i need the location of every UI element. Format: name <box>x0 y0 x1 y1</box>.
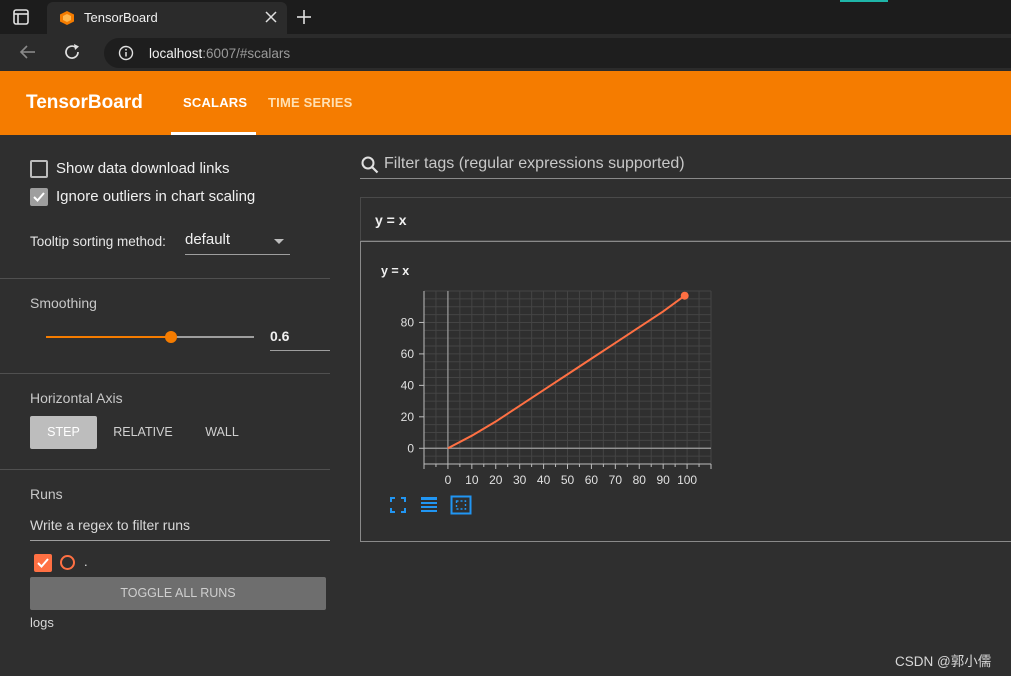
tooltip-sorting-value: default <box>185 231 231 248</box>
browser-tab-strip: TensorBoard <box>0 0 1011 34</box>
checkmark-icon <box>33 192 45 202</box>
x-tick-label: 60 <box>585 473 599 487</box>
x-tick-label: 0 <box>445 473 452 487</box>
back-arrow-icon[interactable] <box>18 42 38 62</box>
x-tick-label: 90 <box>656 473 670 487</box>
expand-icon[interactable] <box>388 495 408 515</box>
watermark: CSDN @郭小儒 <box>895 654 992 669</box>
url-path: :6007/#scalars <box>202 46 291 61</box>
sidebar: Show data download links Ignore outliers… <box>0 135 340 676</box>
tab-title: TensorBoard <box>84 10 158 25</box>
smoothing-slider-thumb[interactable] <box>165 331 177 343</box>
app-logo: TensorBoard <box>26 92 143 113</box>
runs-title: Runs <box>30 486 63 502</box>
tab-time-series[interactable]: TIME SERIES <box>268 95 353 110</box>
show-download-links-label: Show data download links <box>56 160 230 177</box>
url-text: localhost:6007/#scalars <box>149 46 290 61</box>
x-tick-label: 40 <box>537 473 551 487</box>
ignore-outliers-checkbox[interactable] <box>30 188 48 206</box>
run-color-radio[interactable] <box>60 555 75 570</box>
sidebar-divider <box>0 469 330 470</box>
tooltip-sorting-label: Tooltip sorting method: <box>30 234 166 249</box>
info-icon[interactable] <box>118 45 134 61</box>
run-checkbox[interactable] <box>34 554 52 572</box>
axis-step-button[interactable]: STEP <box>30 416 97 449</box>
close-icon[interactable] <box>263 9 279 25</box>
y-tick-label: 40 <box>401 378 415 392</box>
data-table-icon[interactable] <box>419 495 439 515</box>
tooltip-sorting-dropdown[interactable]: default <box>185 231 290 255</box>
x-tick-label: 70 <box>609 473 623 487</box>
sidebar-divider <box>0 278 330 279</box>
smoothing-slider-fill <box>46 336 171 338</box>
window-accent-strip <box>840 0 888 2</box>
axis-relative-button[interactable]: RELATIVE <box>104 416 182 449</box>
window-menu-icon[interactable] <box>12 8 30 26</box>
ignore-outliers-label: Ignore outliers in chart scaling <box>56 188 256 205</box>
filter-tags-placeholder: Filter tags (regular expressions support… <box>384 155 685 172</box>
smoothing-input[interactable]: 0.6 <box>270 325 330 351</box>
x-tick-label: 10 <box>465 473 479 487</box>
x-tick-label: 30 <box>513 473 527 487</box>
line-chart[interactable]: 0 20 40 60 80 0 10 20 30 40 50 60 70 80 90 100 <box>361 242 761 492</box>
scalar-chart-card: y = x 0 20 40 60 80 0 10 20 30 40 50 60 70 80 90 100 <box>360 241 1011 542</box>
fit-domain-icon[interactable] <box>450 495 472 515</box>
y-tick-label: 60 <box>401 347 415 361</box>
x-tick-label: 100 <box>677 473 697 487</box>
y-tick-label: 80 <box>401 315 415 329</box>
browser-toolbar: localhost:6007/#scalars <box>0 34 1011 71</box>
series-endpoint <box>680 291 689 300</box>
search-icon <box>361 156 379 174</box>
new-tab-icon[interactable] <box>294 7 314 27</box>
runs-filter-input[interactable]: Write a regex to filter runs <box>30 517 330 541</box>
checkmark-icon <box>37 558 49 568</box>
show-download-links-checkbox[interactable] <box>30 160 48 178</box>
horizontal-axis-title: Horizontal Axis <box>30 390 123 406</box>
tag-group-title: y = x <box>375 212 407 228</box>
browser-tab[interactable]: TensorBoard <box>47 2 287 34</box>
smoothing-title: Smoothing <box>30 295 97 311</box>
toggle-all-runs-button[interactable]: TOGGLE ALL RUNS <box>30 577 326 610</box>
y-tick-label: 0 <box>407 441 414 455</box>
tab-scalars[interactable]: SCALARS <box>183 95 247 110</box>
tensorboard-header: TensorBoard SCALARS TIME SERIES <box>0 71 1011 135</box>
tensorboard-favicon-icon <box>60 11 74 25</box>
x-tick-label: 50 <box>561 473 575 487</box>
address-bar[interactable]: localhost:6007/#scalars <box>104 38 1011 68</box>
axis-wall-button[interactable]: WALL <box>196 416 248 449</box>
run-name: . <box>84 554 88 569</box>
tag-group-header[interactable]: y = x <box>360 197 1011 241</box>
url-host: localhost <box>149 46 203 61</box>
dropdown-arrow-icon <box>274 239 284 244</box>
reload-icon[interactable] <box>62 42 82 62</box>
log-directory: logs <box>30 615 54 630</box>
y-tick-label: 20 <box>401 410 415 424</box>
x-tick-label: 80 <box>633 473 647 487</box>
x-tick-label: 20 <box>489 473 503 487</box>
filter-tags-input[interactable]: Filter tags (regular expressions support… <box>360 150 1011 179</box>
sidebar-divider <box>0 373 330 374</box>
